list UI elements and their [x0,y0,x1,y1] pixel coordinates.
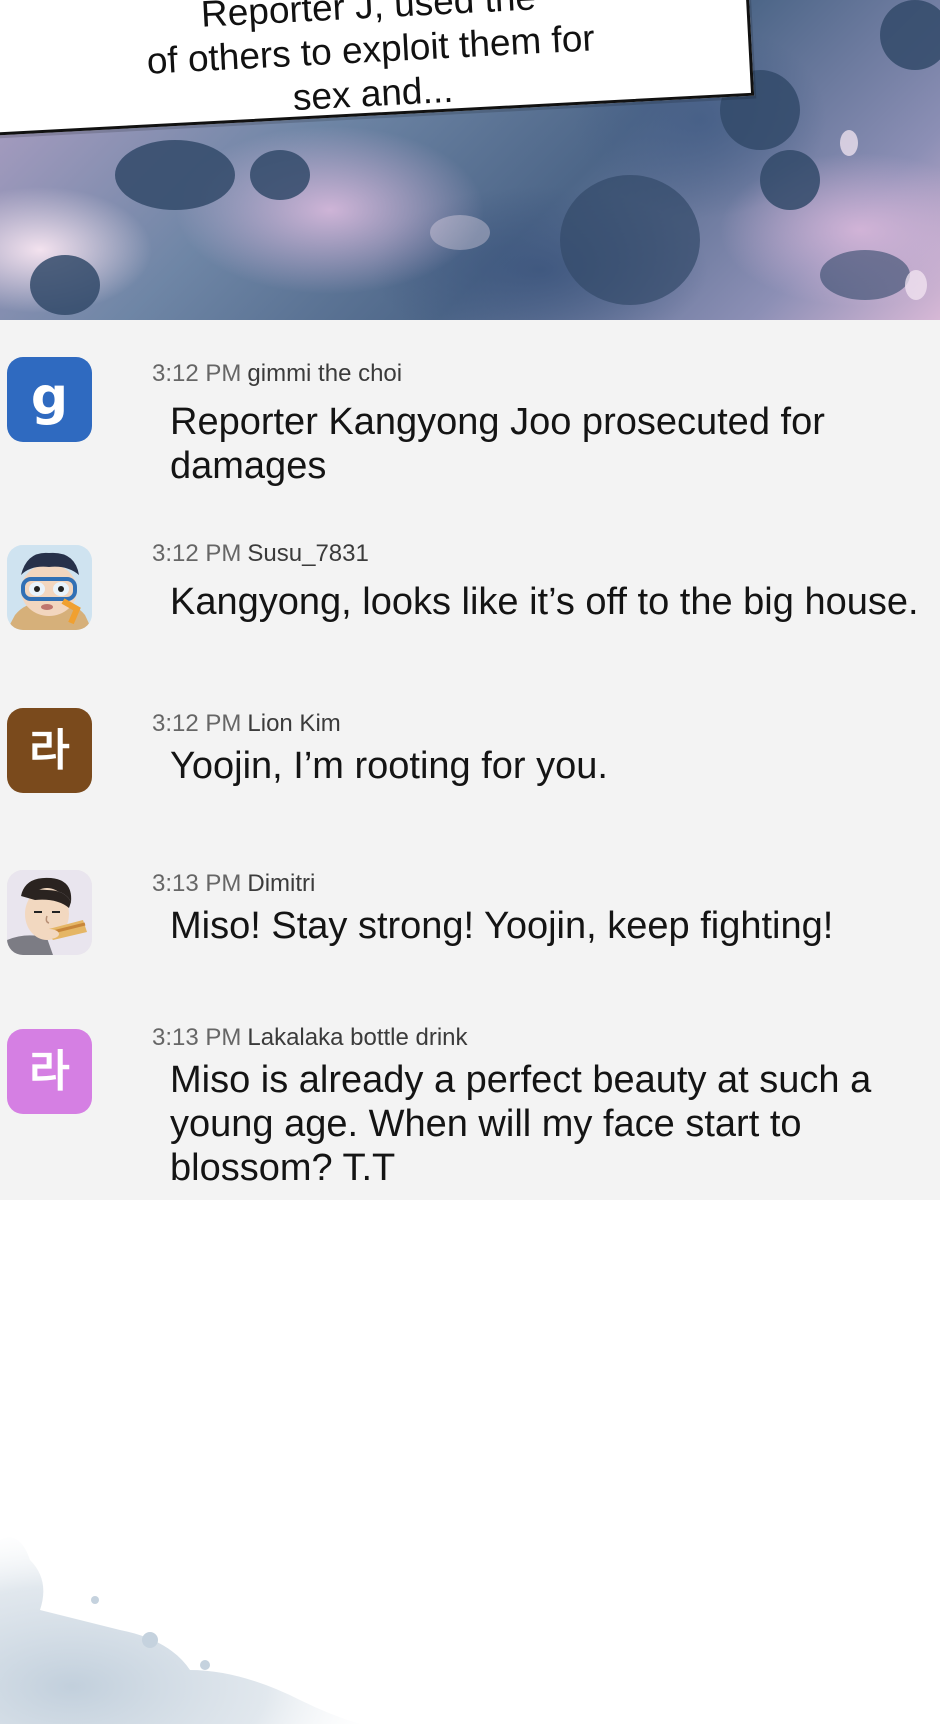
comment-text: Kangyong, looks like it’s off to the big… [170,581,919,623]
comment-text: Miso! Stay strong! Yoojin, keep fighting… [170,905,834,947]
paint-speck [840,130,858,156]
avatar[interactable]: g [7,357,92,442]
comment-time: 3:12 PM [152,360,242,387]
comment-list: g 3:12 PM gimmi the choi Reporter Kangyon… [0,320,940,1200]
comment-username[interactable]: Lion Kim [247,710,340,737]
comment-item: 라 3:12 PM Lion Kim Yoojin, I’m rooting fo… [0,670,940,830]
comment-item: 3:12 PM Susu_7831 Kangyong, looks like it… [0,500,940,670]
comment-text: Miso is already a perfect beauty at such… [170,1059,872,1189]
ink-blot [250,150,310,200]
comment-username[interactable]: Lakalaka bottle drink [247,1024,467,1051]
comment-time: 3:12 PM [152,710,242,737]
comment-meta: 3:12 PM Susu_7831 [152,540,369,568]
comment-item: 3:13 PM Dimitri Miso! Stay strong! Yoojin… [0,830,940,990]
avatar-letter-ra: 라 [29,724,70,776]
comment-time: 3:13 PM [152,870,242,897]
avatar[interactable]: 라 [7,708,92,793]
ink-blot [820,250,910,300]
comment-meta: 3:13 PM Lakalaka bottle drink [152,1024,468,1052]
comment-text: Yoojin, I’m rooting for you. [170,745,608,787]
ink-blot [30,255,100,315]
comment-item: g 3:12 PM gimmi the choi Reporter Kangyon… [0,320,940,500]
comment-item: 라 3:13 PM Lakalaka bottle drink Miso is a… [0,990,940,1200]
avatar-letter-g: g [30,366,69,427]
ink-blot [115,140,235,210]
avatar[interactable]: 라 [7,1029,92,1114]
comment-meta: 3:12 PM gimmi the choi [152,360,402,388]
caption-text: Reporter J, used the of others to exploi… [145,0,596,119]
comment-text: Reporter Kangyong Joo prosecuted for dam… [170,401,825,487]
comment-username[interactable]: Susu_7831 [247,540,368,567]
ink-blot [760,150,820,210]
comment-time: 3:13 PM [152,1024,242,1051]
avatar-letter-ra: 라 [29,1045,70,1097]
diver-avatar-icon[interactable] [7,545,92,630]
comment-time: 3:12 PM [152,540,242,567]
man-eating-avatar-icon[interactable] [7,870,92,955]
paint-speck [905,270,927,300]
paint-speck [430,215,490,250]
comment-username[interactable]: gimmi the choi [247,360,402,387]
comment-username[interactable]: Dimitri [247,870,315,897]
ink-blot [560,175,700,305]
comment-meta: 3:12 PM Lion Kim [152,710,341,738]
comment-meta: 3:13 PM Dimitri [152,870,315,898]
ink-blot [880,0,940,70]
watercolor-wash [0,1520,420,1724]
watercolor-banner: Reporter J, used the of others to exploi… [0,0,940,320]
